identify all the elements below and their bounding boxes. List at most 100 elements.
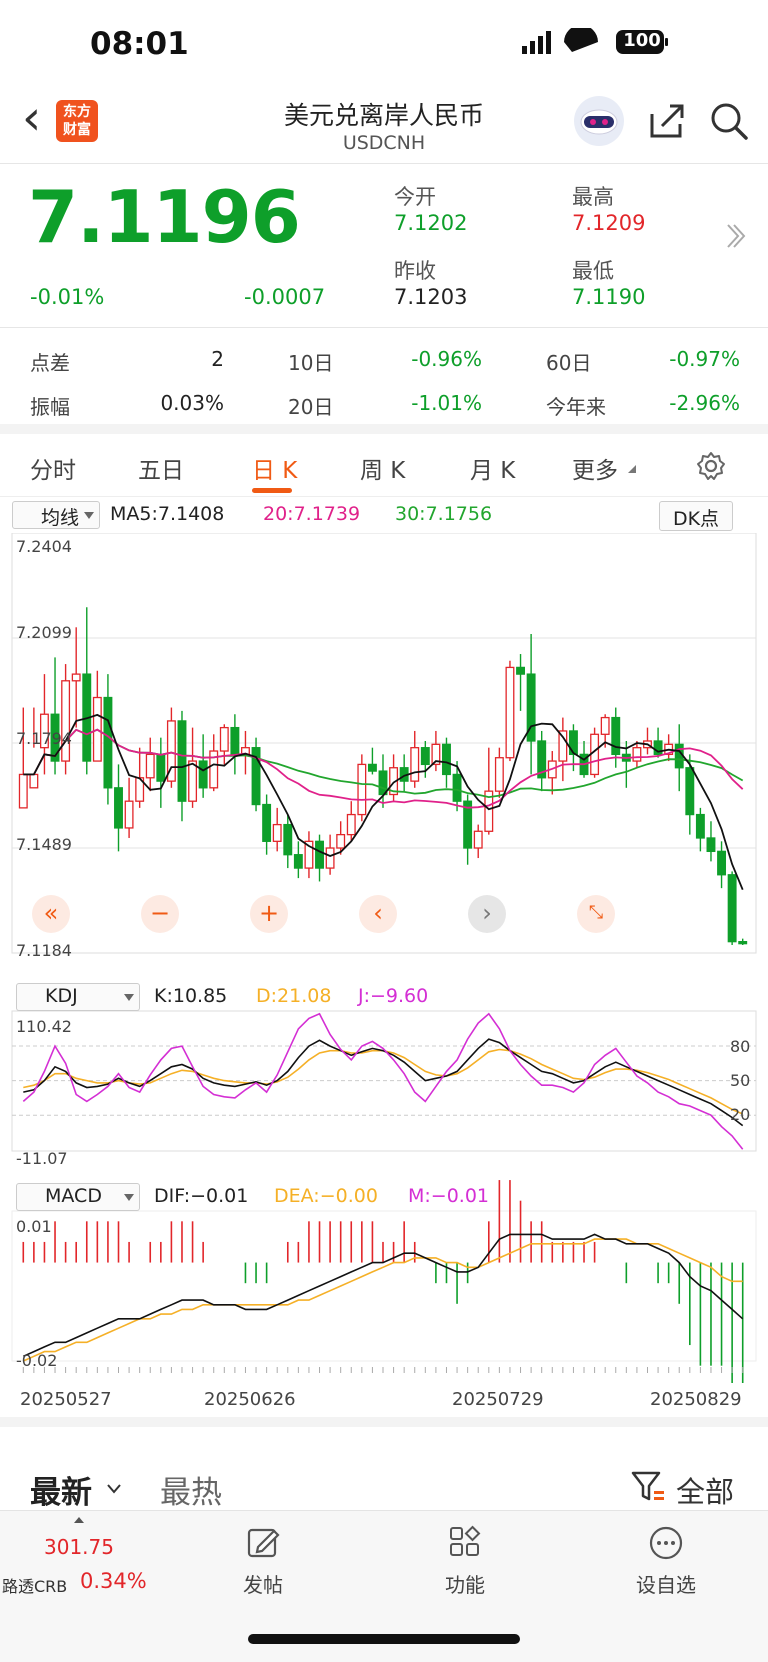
period-tabs: 分时 五日 日 K 周 K 月 K 更多 [0, 437, 768, 497]
stat-value: 0.03% [160, 391, 224, 415]
feed-tab-latest[interactable]: 最新 [30, 1467, 92, 1512]
chart-area: 均线 MA5:7.1408 20:7.1739 30:7.1756 DK点 7.… [0, 497, 768, 1417]
macd-m-readout: M:−0.01 [408, 1185, 490, 1207]
candle-down [114, 787, 123, 829]
macd-dif-readout: DIF:−0.01 [154, 1185, 249, 1207]
y-axis-label: 7.1489 [16, 835, 72, 854]
search-icon[interactable] [708, 100, 750, 142]
zoom-out-button[interactable]: − [141, 895, 179, 933]
robot-assistant-icon[interactable] [572, 94, 626, 148]
stat-label: 10日 [288, 351, 334, 375]
kdj-level-label: 20 [730, 1105, 751, 1124]
stat-value: -2.96% [669, 391, 740, 415]
y-axis-label: 7.2099 [16, 623, 72, 642]
ticker-name[interactable]: 路透CRB [2, 1573, 67, 1597]
filter-all[interactable]: 全部 [676, 1469, 734, 1511]
zoom-in-button[interactable]: + [250, 895, 288, 933]
macd-selector[interactable]: MACD [16, 1183, 140, 1211]
candle-up [325, 847, 335, 869]
candle-up [336, 833, 346, 849]
signal-icon-bar4 [546, 31, 551, 54]
kdj-k-readout: K:10.85 [154, 985, 228, 1007]
filter-icon[interactable] [630, 1469, 666, 1505]
kdj-j-line [22, 1012, 744, 1150]
tab-daily-k[interactable]: 日 K [252, 451, 297, 485]
expand-chevron-icon[interactable] [724, 221, 748, 251]
grid-function-icon[interactable] [448, 1525, 482, 1559]
kdj-selector[interactable]: KDJ [16, 983, 140, 1011]
y-axis-label: 7.1184 [16, 941, 72, 960]
dk-point-button[interactable]: DK点 [659, 501, 733, 531]
candle-down [177, 720, 187, 802]
open-label: 今开 [394, 185, 436, 209]
candle-down [706, 837, 716, 853]
candle-down [315, 840, 324, 869]
candle-up [473, 830, 483, 849]
candle-up [61, 680, 71, 762]
candle-up [71, 673, 81, 682]
kdj-j-readout: J:−9.60 [358, 985, 429, 1007]
signal-icon-bar1 [522, 46, 527, 54]
low-label: 最低 [572, 259, 614, 283]
stat-label: 点差 [30, 351, 70, 375]
tab-more[interactable]: 更多 [572, 451, 618, 485]
time-axis-ticks [22, 1367, 744, 1373]
candle-up [558, 730, 568, 762]
candle-up [124, 800, 134, 829]
tab-intraday[interactable]: 分时 [30, 451, 76, 485]
macd-bottom-label: -0.02 [16, 1351, 58, 1370]
scroll-right-button[interactable]: › [468, 895, 506, 933]
stat-value: -1.01% [411, 391, 482, 415]
stats-grid: 点差 2 10日 -0.96% 60日 -0.97% 振幅 0.03% 20日 … [0, 329, 768, 434]
change-value: -0.0007 [244, 285, 326, 309]
post-icon[interactable] [246, 1525, 280, 1559]
candle-up [346, 813, 356, 836]
settings-gear-icon[interactable] [696, 451, 726, 481]
add-watchlist-button[interactable]: 设自选 [616, 1569, 716, 1598]
tab-weekly-k[interactable]: 周 K [360, 451, 405, 485]
candle-down [452, 773, 462, 802]
ticker-value[interactable]: 301.75 [44, 1535, 114, 1559]
candle-down [378, 770, 388, 796]
kdj-level-label: 80 [730, 1037, 751, 1056]
stat-value: -0.96% [411, 347, 482, 371]
post-button[interactable]: 发帖 [213, 1569, 313, 1598]
fullscreen-button[interactable]: ⤡ [577, 895, 615, 933]
high-label: 最高 [572, 185, 614, 209]
scroll-left-button[interactable]: ‹ [359, 895, 397, 933]
kline-chart-svg[interactable] [0, 533, 768, 1383]
stat-value: -0.97% [669, 347, 740, 371]
function-button[interactable]: 功能 [415, 1569, 515, 1598]
signal-icon-bar3 [538, 36, 543, 54]
candle-down [367, 763, 377, 772]
tab-five-day[interactable]: 五日 [138, 451, 184, 485]
date-label: 20250729 [452, 1389, 544, 1410]
ticker-percent[interactable]: 0.34% [80, 1569, 147, 1593]
more-dots-icon[interactable] [648, 1525, 684, 1561]
candle-up [219, 726, 229, 752]
candle-up [505, 666, 515, 759]
ma5-readout: MA5:7.1408 [110, 503, 225, 525]
prev-close-value: 7.1203 [394, 285, 468, 309]
share-icon[interactable] [648, 102, 688, 140]
y-axis-label: 7.1794 [16, 729, 72, 748]
candle-down [420, 747, 430, 766]
candle-up [29, 773, 39, 789]
signal-icon-bar2 [530, 41, 535, 54]
date-label: 20250626 [204, 1389, 296, 1410]
last-price: 7.1196 [28, 175, 301, 259]
stat-label: 振幅 [30, 395, 70, 419]
ma-selector[interactable]: 均线 [12, 501, 100, 529]
stat-label: 今年来 [546, 395, 606, 419]
candle-down [516, 666, 525, 675]
candle-down [568, 730, 578, 756]
ma30-readout: 30:7.1756 [395, 503, 493, 525]
kline-candles [18, 607, 748, 945]
status-time: 08:01 [90, 26, 189, 62]
scroll-left-fast-button[interactable]: « [32, 895, 70, 933]
feed-tab-hot[interactable]: 最热 [160, 1467, 222, 1512]
candle-up [632, 747, 642, 762]
tab-monthly-k[interactable]: 月 K [470, 451, 515, 485]
quote-panel: 7.1196 -0.01% -0.0007 今开 7.1202 昨收 7.120… [0, 165, 768, 328]
candle-down [727, 874, 737, 943]
